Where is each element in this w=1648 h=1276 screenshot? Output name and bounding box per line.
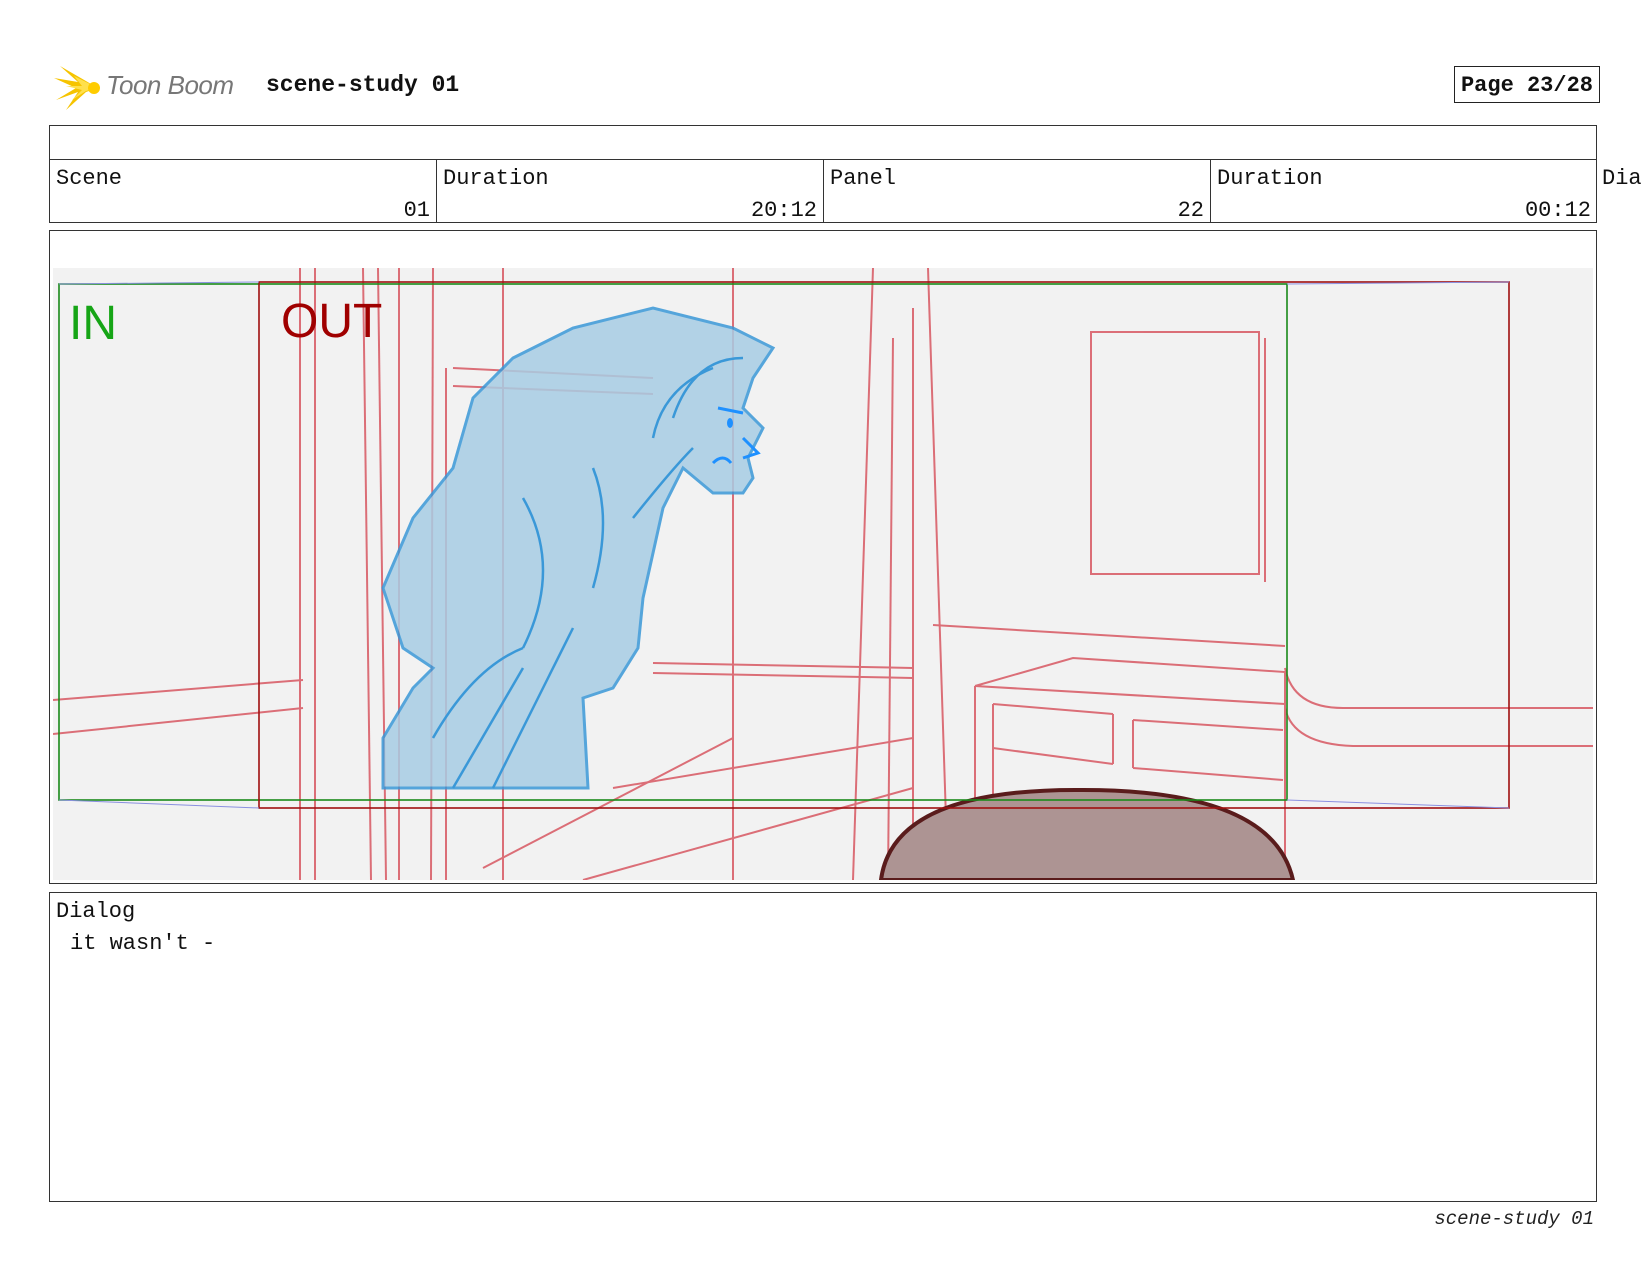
scene-label: Scene bbox=[56, 166, 123, 191]
panel-cell: Panel 22 bbox=[824, 160, 1211, 223]
page-number-box: Page 23/28 bbox=[1453, 66, 1600, 103]
toon-boom-logo: Toon Boom bbox=[50, 58, 250, 114]
panel-duration-label: Duration bbox=[1217, 166, 1323, 191]
page-header: Toon Boom scene-study 01 Page 23/28 bbox=[50, 58, 1600, 114]
scene-cell: Scene 01 bbox=[50, 160, 437, 223]
storyboard-drawing: IN OUT bbox=[53, 268, 1593, 880]
logo-text: Toon Boom bbox=[106, 70, 234, 100]
layout-sketch bbox=[53, 268, 1593, 880]
dialog-box: Dialog it wasn't - bbox=[49, 892, 1597, 1202]
starburst-icon bbox=[54, 66, 100, 110]
scene-duration-cell: Duration 20:12 bbox=[437, 160, 824, 223]
panel-value: 22 bbox=[1177, 198, 1204, 223]
info-table-fields-row: Scene 01 Duration 20:12 Panel 22 Duratio… bbox=[50, 160, 1642, 223]
character-sketch bbox=[381, 306, 776, 790]
in-frame-label: IN bbox=[69, 297, 117, 350]
panel-duration-value: 00:12 bbox=[1524, 198, 1591, 223]
panel-label: Panel bbox=[830, 166, 897, 191]
dialog-text: it wasn't - bbox=[70, 931, 216, 956]
panel-info-table: Scene 01 Duration 20:12 Panel 22 Duratio… bbox=[49, 125, 1642, 223]
dialog-column-label: Dia bbox=[1602, 166, 1642, 191]
panel-duration-cell: Duration 00:12 bbox=[1211, 160, 1597, 223]
info-table-top-row bbox=[50, 126, 1596, 160]
scene-duration-value: 20:12 bbox=[750, 198, 817, 223]
dialog-label: Dialog bbox=[56, 899, 136, 924]
footer-project-name: scene-study 01 bbox=[1434, 1208, 1594, 1230]
project-title: scene-study 01 bbox=[266, 72, 460, 98]
scene-value: 01 bbox=[403, 198, 430, 223]
scene-duration-label: Duration bbox=[443, 166, 549, 191]
out-frame-label: OUT bbox=[281, 295, 383, 348]
